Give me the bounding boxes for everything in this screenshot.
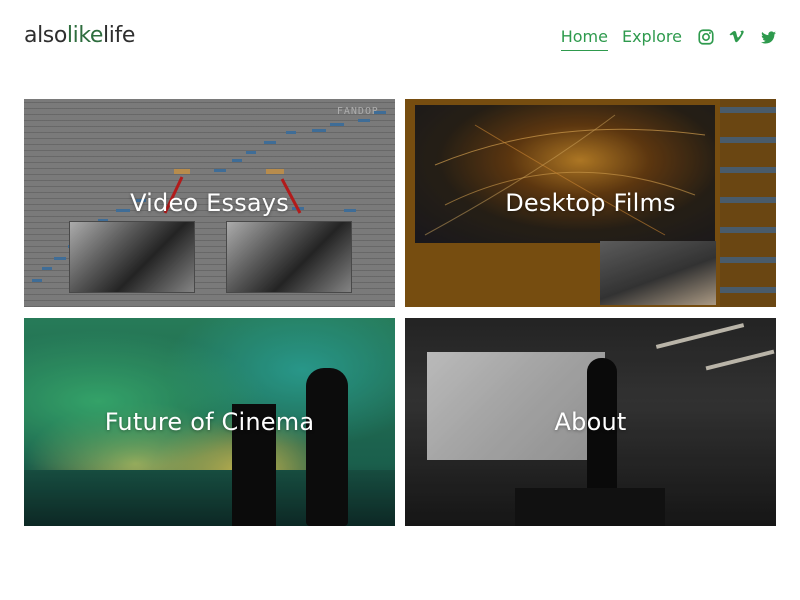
- instagram-icon: [698, 29, 714, 45]
- tile-desktop-films[interactable]: Desktop Films: [405, 99, 776, 307]
- nav-link-home[interactable]: Home: [560, 25, 609, 51]
- logo-text-also: also: [24, 23, 67, 48]
- main-nav: Home Explore: [560, 24, 778, 51]
- tile-title: Video Essays: [130, 189, 289, 217]
- page: alsolikelife Home Explore FANDOR Video E…: [0, 0, 800, 600]
- tile-video-essays[interactable]: FANDOR Video Essays: [24, 99, 395, 307]
- tile-future-of-cinema[interactable]: Future of Cinema: [24, 318, 395, 526]
- logo-text-life: life: [103, 23, 135, 48]
- tile-about[interactable]: About: [405, 318, 776, 526]
- vimeo-icon: [729, 30, 744, 43]
- logo-text-like: like: [66, 23, 104, 48]
- site-logo[interactable]: alsolikelife: [24, 22, 135, 50]
- social-links: [696, 27, 778, 47]
- instagram-link[interactable]: [696, 27, 716, 47]
- twitter-icon: [760, 30, 776, 44]
- tile-title: About: [554, 408, 627, 436]
- vimeo-link[interactable]: [727, 27, 747, 47]
- tile-title: Future of Cinema: [104, 408, 315, 436]
- site-header: alsolikelife Home Explore: [0, 0, 800, 72]
- tile-title: Desktop Films: [505, 189, 676, 217]
- twitter-link[interactable]: [758, 27, 778, 47]
- nav-link-explore[interactable]: Explore: [622, 25, 682, 49]
